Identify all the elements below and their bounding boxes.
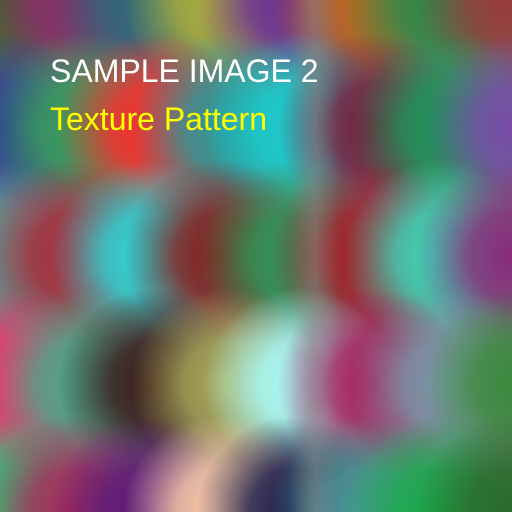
image-title: SAMPLE IMAGE 2 (50, 53, 319, 89)
image-subtitle: Texture Pattern (50, 101, 267, 137)
texture-image: SAMPLE IMAGE 2 Texture Pattern (0, 0, 512, 512)
